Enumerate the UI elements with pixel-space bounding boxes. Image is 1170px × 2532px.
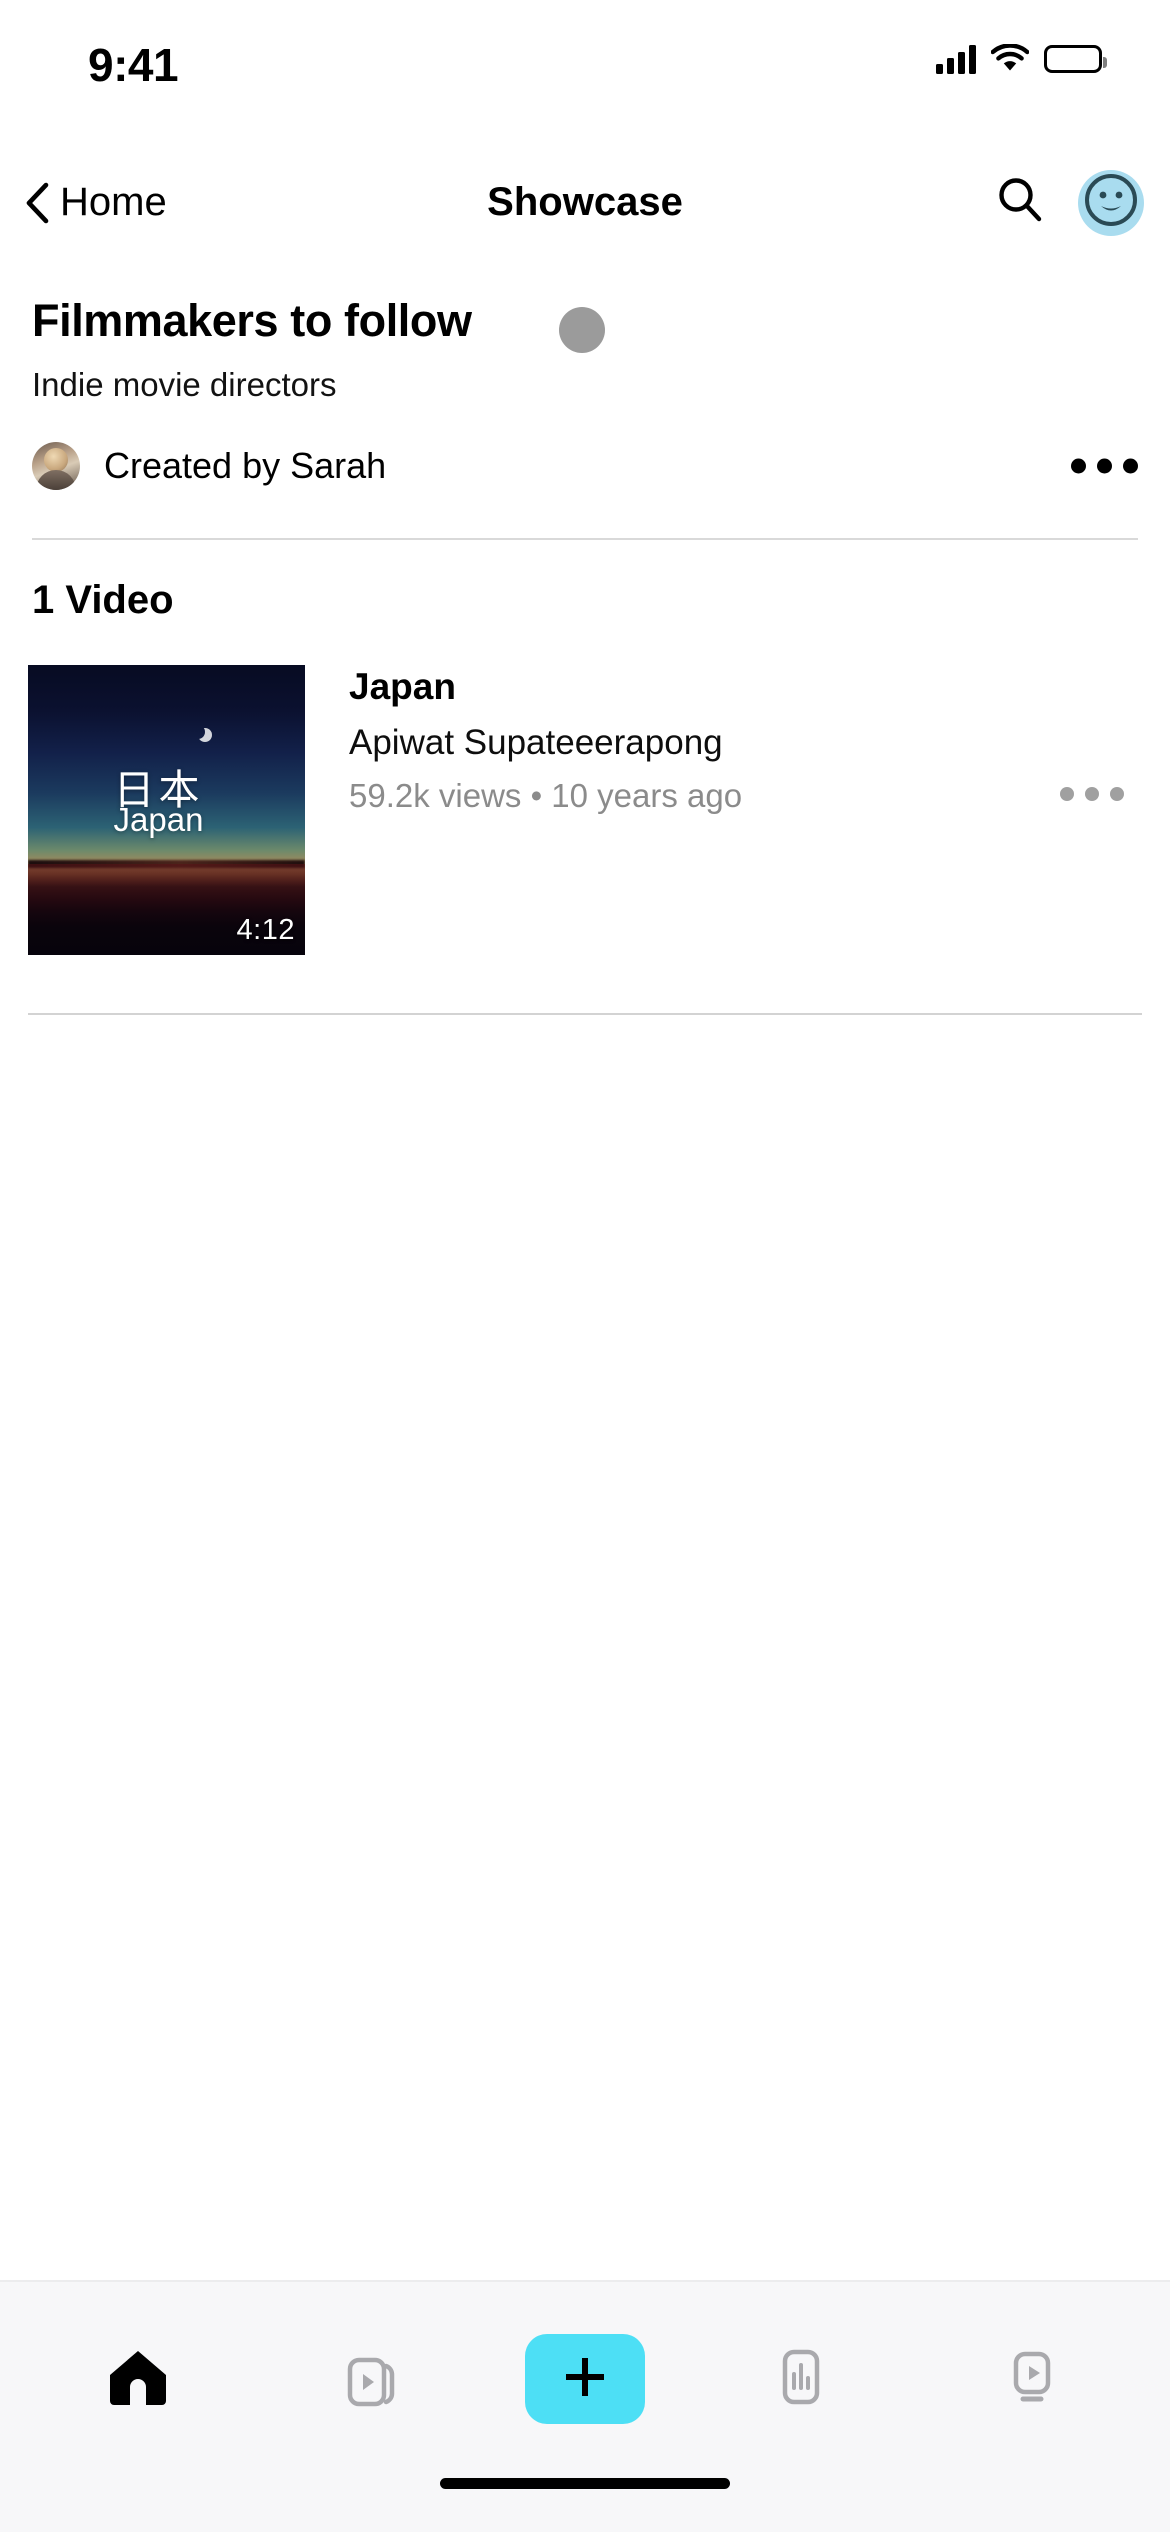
tv-play-icon: [999, 2344, 1065, 2415]
video-more-button[interactable]: [1060, 787, 1124, 802]
profile-avatar-button[interactable]: [1078, 167, 1144, 238]
moon-icon: [191, 725, 205, 739]
navigation-actions: [994, 167, 1144, 238]
video-count-label: 1 Video: [32, 578, 174, 623]
playlist-creator-label: Created by Sarah: [104, 445, 387, 487]
video-list: 日本 Japan 4:12 Japan Apiwat Supateeerapon…: [0, 623, 1170, 1016]
signal-bars-icon: [936, 44, 976, 74]
status-bar: 9:41: [0, 0, 1170, 150]
status-bar-indicators: [936, 43, 1107, 74]
playlist-creator-row[interactable]: Created by Sarah: [32, 434, 1138, 498]
bar-chart-icon: [769, 2344, 833, 2415]
playlist-more-button[interactable]: [1071, 458, 1138, 474]
thumbnail-romaji-text: Japan: [113, 801, 204, 838]
tab-home[interactable]: [63, 2319, 213, 2439]
tab-tv[interactable]: [957, 2319, 1107, 2439]
video-stack-icon: [334, 2344, 404, 2415]
search-icon: [994, 174, 1046, 231]
tab-clips[interactable]: [294, 2319, 444, 2439]
plus-icon: [560, 2352, 610, 2407]
video-channel: Apiwat Supateeerapong: [349, 722, 723, 762]
search-button[interactable]: [994, 177, 1046, 229]
video-count-row: 1 Video: [0, 540, 1170, 623]
video-duration-badge: 4:12: [236, 914, 295, 947]
tab-create-button[interactable]: [524, 2334, 645, 2424]
playlist-subtitle: Indie movie directors: [32, 366, 337, 404]
video-list-item[interactable]: 日本 Japan 4:12 Japan Apiwat Supateeerapon…: [28, 623, 1142, 956]
header-divider: [32, 538, 1138, 541]
creator-avatar-icon: [32, 442, 80, 491]
home-icon: [104, 2345, 172, 2414]
status-bar-time: 9:41: [88, 39, 179, 91]
bottom-tab-bar: [0, 2280, 1170, 2476]
home-indicator-area: [0, 2476, 1170, 2532]
home-indicator-bar[interactable]: [440, 2478, 730, 2489]
app-screen: 9:41 Home Showcase Filmmakers to follow …: [0, 0, 1170, 2532]
video-info: Japan Apiwat Supateeerapong 59.2k views …: [305, 665, 1142, 955]
more-horizontal-icon: [1071, 458, 1086, 474]
more-horizontal-icon: [1060, 787, 1074, 802]
navigation-bar: Home Showcase: [0, 150, 1170, 255]
playlist-header: Filmmakers to follow Indie movie directo…: [0, 255, 1170, 541]
tab-insights[interactable]: [726, 2319, 876, 2439]
battery-full-icon: [1044, 45, 1107, 73]
video-thumbnail[interactable]: 日本 Japan 4:12: [28, 665, 305, 956]
video-title: Japan: [349, 666, 456, 708]
wifi-icon: [990, 43, 1030, 74]
playlist-placeholder-dot: [559, 307, 605, 353]
video-meta: 59.2k views • 10 years ago: [349, 777, 743, 815]
profile-avatar-icon: [1078, 167, 1144, 238]
